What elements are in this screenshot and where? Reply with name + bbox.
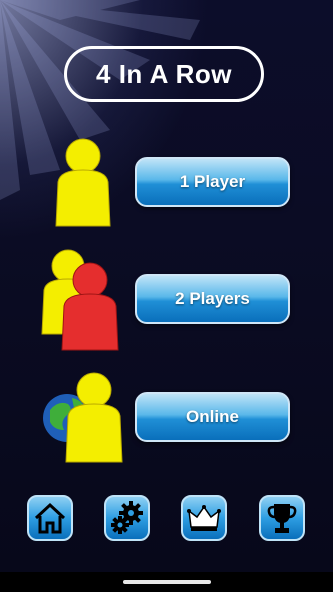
system-navigation-bar	[0, 572, 333, 592]
game-title: 4 In A Row	[64, 46, 264, 102]
settings-button[interactable]	[104, 495, 150, 541]
trophy-icon	[267, 504, 297, 533]
one-player-button[interactable]: 1 Player	[135, 157, 290, 207]
achievements-button[interactable]	[259, 495, 305, 541]
yellow-person-icon	[55, 138, 111, 227]
crown-icon	[187, 505, 221, 531]
home-icon	[34, 502, 66, 534]
leaderboard-button[interactable]	[181, 495, 227, 541]
online-button[interactable]: Online	[135, 392, 290, 442]
yellow-red-persons-icon	[41, 249, 119, 351]
two-players-button[interactable]: 2 Players	[135, 274, 290, 324]
globe-person-icon	[43, 372, 123, 463]
game-menu-screen: 4 In A Row 1 Player 2 Players Online	[0, 0, 333, 572]
home-button[interactable]	[27, 495, 73, 541]
gears-icon	[111, 501, 143, 534]
home-indicator[interactable]	[123, 580, 211, 584]
